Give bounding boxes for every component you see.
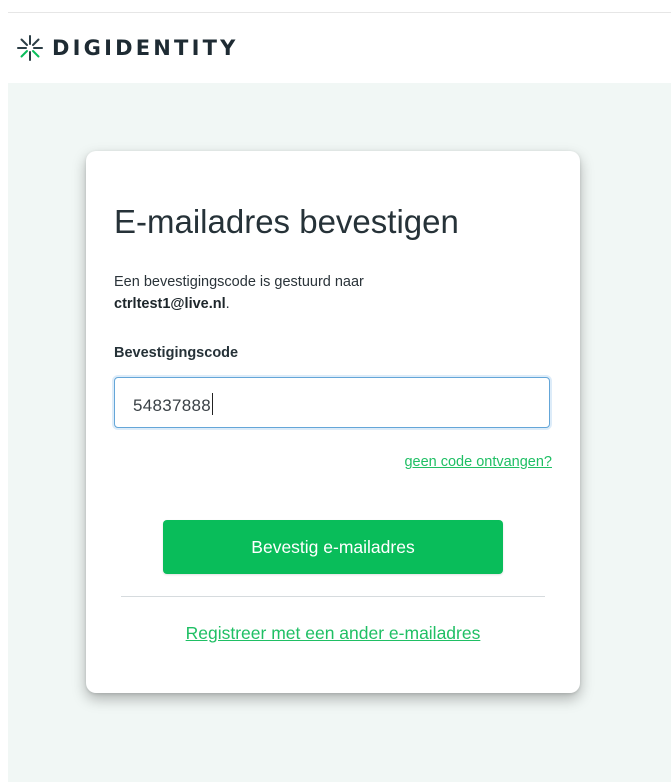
code-input-value: 54837888	[133, 393, 214, 416]
page-title: E-mailadres bevestigen	[114, 203, 459, 240]
card-divider	[121, 596, 545, 597]
code-field-label: Bevestigingscode	[114, 345, 239, 361]
register-other-email-link[interactable]: Registreer met een ander e-mailadres	[86, 623, 580, 644]
starburst-icon	[16, 34, 44, 62]
text-cursor	[212, 393, 214, 415]
confirmation-message: Een bevestigingscode is gestuurd naar ct…	[114, 271, 364, 315]
email-suffix: .	[225, 296, 230, 312]
verification-code-input[interactable]: 54837888	[114, 377, 550, 428]
message-text: Een bevestigingscode is gestuurd naar	[114, 274, 364, 290]
confirm-email-button[interactable]: Bevestig e-mailadres	[163, 520, 503, 574]
code-text: 54837888	[133, 396, 212, 415]
page-header: DIGIDENTITY	[0, 13, 671, 83]
brand-logo[interactable]: DIGIDENTITY	[16, 33, 239, 63]
brand-name: DIGIDENTITY	[52, 36, 239, 60]
email-address: ctrltest1@live.nl	[114, 296, 226, 312]
no-code-received-link[interactable]: geen code ontvangen?	[404, 454, 552, 470]
verify-email-card: E-mailadres bevestigen Een bevestigingsc…	[86, 151, 580, 693]
